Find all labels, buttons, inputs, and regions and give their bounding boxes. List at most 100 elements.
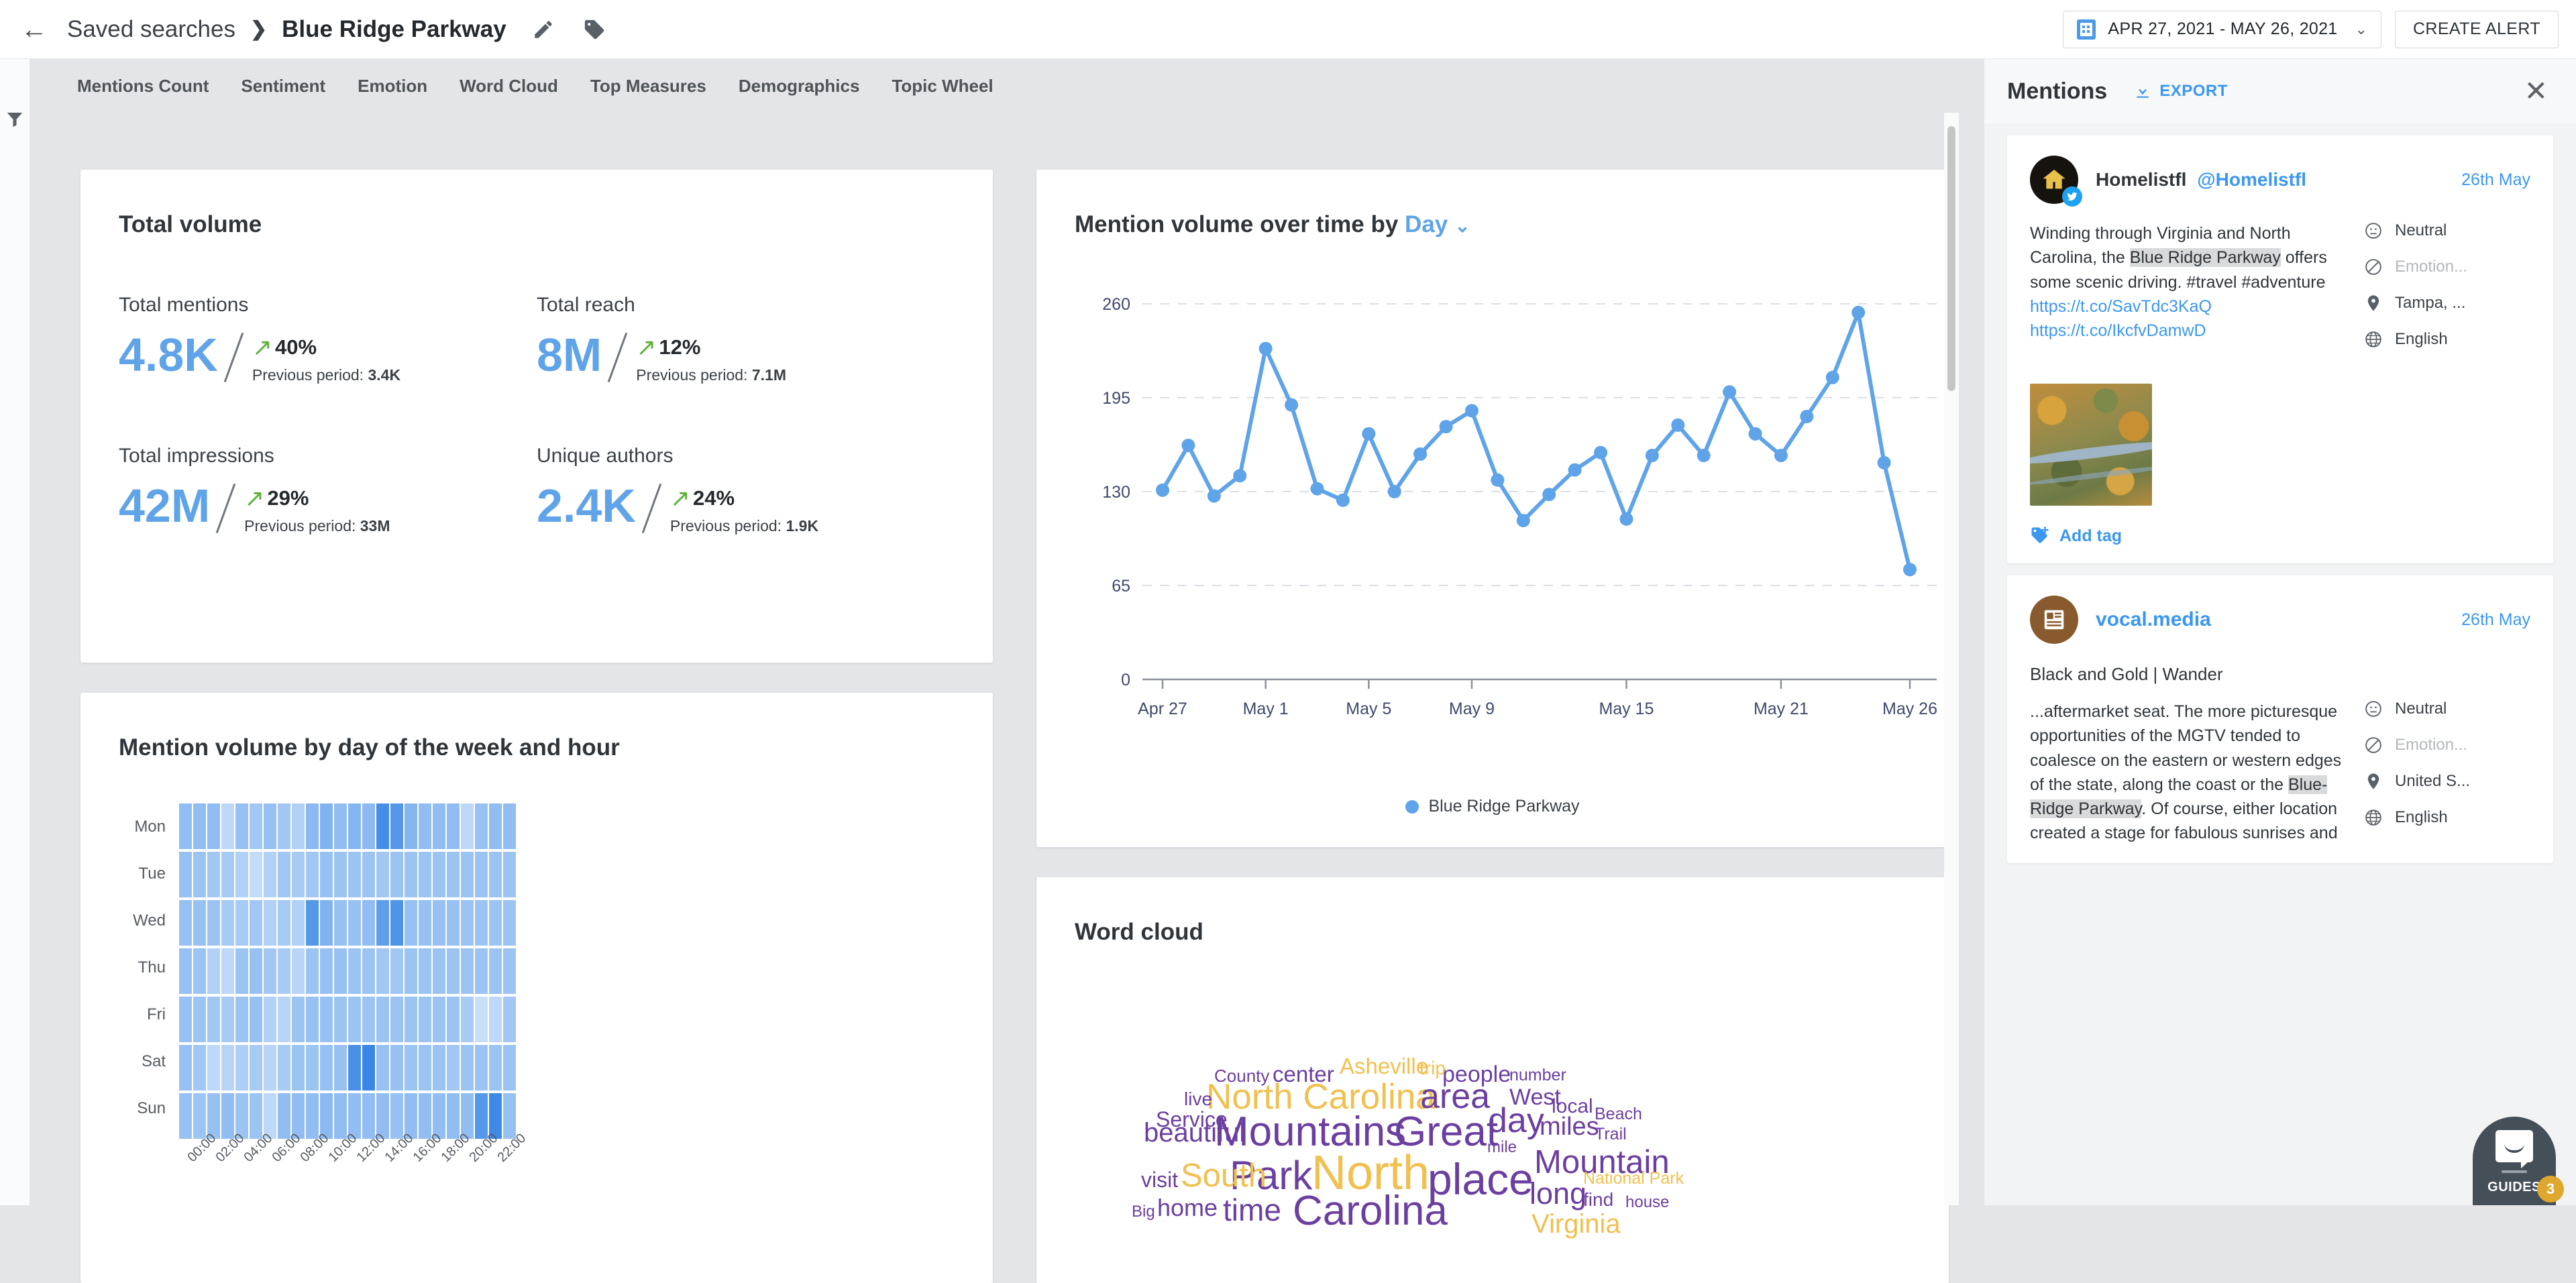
heatmap-cell[interactable] <box>320 803 333 849</box>
heatmap-cell[interactable] <box>221 900 234 946</box>
heatmap-cell[interactable] <box>179 852 192 897</box>
heatmap-cell[interactable] <box>250 852 262 897</box>
heatmap-cell[interactable] <box>334 803 347 849</box>
word-cloud-word[interactable]: Big <box>1132 1204 1155 1220</box>
heatmap-cell[interactable] <box>306 948 319 994</box>
heatmap-cell[interactable] <box>250 997 262 1042</box>
heatmap-cell[interactable] <box>207 997 220 1042</box>
word-cloud-word[interactable]: number <box>1509 1067 1566 1084</box>
guides-widget[interactable]: GUIDES 3 <box>2473 1117 2564 1205</box>
heatmap-cell[interactable] <box>306 803 319 849</box>
heatmap-cell[interactable] <box>348 997 361 1042</box>
mention-source-domain[interactable]: vocal.media <box>2096 608 2211 631</box>
heatmap-cell[interactable] <box>390 1045 403 1091</box>
word-cloud-word[interactable]: Asheville <box>1340 1055 1428 1077</box>
heatmap-cell[interactable] <box>461 997 474 1042</box>
heatmap-cell[interactable] <box>179 900 192 946</box>
export-button[interactable]: EXPORT <box>2134 82 2228 101</box>
heatmap-cell[interactable] <box>221 803 234 849</box>
avatar[interactable] <box>2030 596 2078 644</box>
word-cloud-word[interactable]: Trail <box>1595 1126 1627 1143</box>
heatmap-cell[interactable] <box>207 852 220 897</box>
heatmap-cell[interactable] <box>489 900 502 946</box>
heatmap-grid[interactable] <box>179 803 516 1140</box>
heatmap-cell[interactable] <box>376 997 389 1042</box>
heatmap-cell[interactable] <box>447 948 460 994</box>
heatmap-cell[interactable] <box>193 997 206 1042</box>
word-cloud-word[interactable]: live <box>1184 1090 1212 1109</box>
word-cloud-word[interactable]: County <box>1214 1067 1269 1084</box>
granularity-selector[interactable]: Day <box>1405 211 1448 237</box>
heatmap-cell[interactable] <box>179 1093 192 1139</box>
word-cloud-word[interactable]: trip <box>1419 1059 1446 1078</box>
heatmap-cell[interactable] <box>489 852 502 897</box>
tab-sentiment[interactable]: Sentiment <box>241 76 325 97</box>
heatmap-cell[interactable] <box>292 1045 305 1091</box>
word-cloud-word[interactable]: long <box>1529 1178 1587 1209</box>
heatmap-cell[interactable] <box>503 803 516 849</box>
heatmap-cell[interactable] <box>221 1045 234 1091</box>
heatmap-cell[interactable] <box>433 803 445 849</box>
heatmap-cell[interactable] <box>320 900 333 946</box>
back-arrow-icon[interactable]: ← <box>19 14 50 45</box>
heatmap-cell[interactable] <box>306 1093 319 1139</box>
avatar[interactable] <box>2030 156 2082 207</box>
heatmap-cell[interactable] <box>447 1045 460 1091</box>
heatmap-cell[interactable] <box>419 852 431 897</box>
heatmap-cell[interactable] <box>503 948 516 994</box>
heatmap-cell[interactable] <box>447 997 460 1042</box>
heatmap-cell[interactable] <box>320 948 333 994</box>
mention-card[interactable]: Homelistfl @Homelistfl 26th May Winding … <box>2007 135 2553 563</box>
heatmap-cell[interactable] <box>306 900 319 946</box>
heatmap-cell[interactable] <box>179 997 192 1042</box>
heatmap-cell[interactable] <box>264 948 276 994</box>
heatmap-cell[interactable] <box>489 803 502 849</box>
heatmap-cell[interactable] <box>250 1045 262 1091</box>
mention-link[interactable]: https://t.co/IkcfvDamwD <box>2030 319 2345 343</box>
heatmap-cell[interactable] <box>221 997 234 1042</box>
heatmap-cell[interactable] <box>348 803 361 849</box>
heatmap-cell[interactable] <box>264 900 276 946</box>
word-cloud-word[interactable]: Virginia <box>1532 1211 1621 1237</box>
heatmap-cell[interactable] <box>235 1045 248 1091</box>
heatmap-cell[interactable] <box>461 1045 474 1091</box>
tab-demographics[interactable]: Demographics <box>739 76 860 97</box>
heatmap-cell[interactable] <box>447 803 460 849</box>
heatmap-cell[interactable] <box>376 852 389 897</box>
breadcrumb-saved-searches[interactable]: Saved searches <box>67 16 235 43</box>
heatmap-cell[interactable] <box>461 803 474 849</box>
heatmap-cell[interactable] <box>503 1093 516 1139</box>
heatmap-cell[interactable] <box>235 900 248 946</box>
heatmap-cell[interactable] <box>362 997 375 1042</box>
heatmap-cell[interactable] <box>489 948 502 994</box>
heatmap-cell[interactable] <box>179 1045 192 1091</box>
heatmap-cell[interactable] <box>306 1045 319 1091</box>
heatmap-cell[interactable] <box>419 948 431 994</box>
heatmap-cell[interactable] <box>419 803 431 849</box>
main-scrollbar[interactable] <box>1944 113 1959 1205</box>
heatmap-cell[interactable] <box>179 948 192 994</box>
tag-icon[interactable] <box>580 15 608 44</box>
line-chart[interactable]: 0 65 130 195 260 Apr 27 May 1 May 5 May 9 May 15 M… <box>1036 250 1949 780</box>
tab-emotion[interactable]: Emotion <box>358 76 427 97</box>
word-cloud-word[interactable]: National Park <box>1583 1170 1684 1187</box>
heatmap-cell[interactable] <box>207 948 220 994</box>
heatmap-cell[interactable] <box>334 852 347 897</box>
heatmap-cell[interactable] <box>235 997 248 1042</box>
heatmap-cell[interactable] <box>292 948 305 994</box>
heatmap-cell[interactable] <box>207 1045 220 1091</box>
heatmap-cell[interactable] <box>362 1045 375 1091</box>
heatmap-cell[interactable] <box>334 997 347 1042</box>
heatmap-cell[interactable] <box>461 948 474 994</box>
pencil-icon[interactable] <box>529 15 557 44</box>
heatmap-cell[interactable] <box>320 997 333 1042</box>
word-cloud-word[interactable]: Great <box>1394 1111 1498 1153</box>
heatmap-cell[interactable] <box>433 900 445 946</box>
heatmap-cell[interactable] <box>264 1045 276 1091</box>
heatmap-cell[interactable] <box>461 852 474 897</box>
heatmap-cell[interactable] <box>489 1045 502 1091</box>
heatmap-cell[interactable] <box>348 852 361 897</box>
heatmap-cell[interactable] <box>348 948 361 994</box>
word-cloud-word[interactable]: home <box>1157 1196 1218 1220</box>
heatmap-cell[interactable] <box>475 948 488 994</box>
